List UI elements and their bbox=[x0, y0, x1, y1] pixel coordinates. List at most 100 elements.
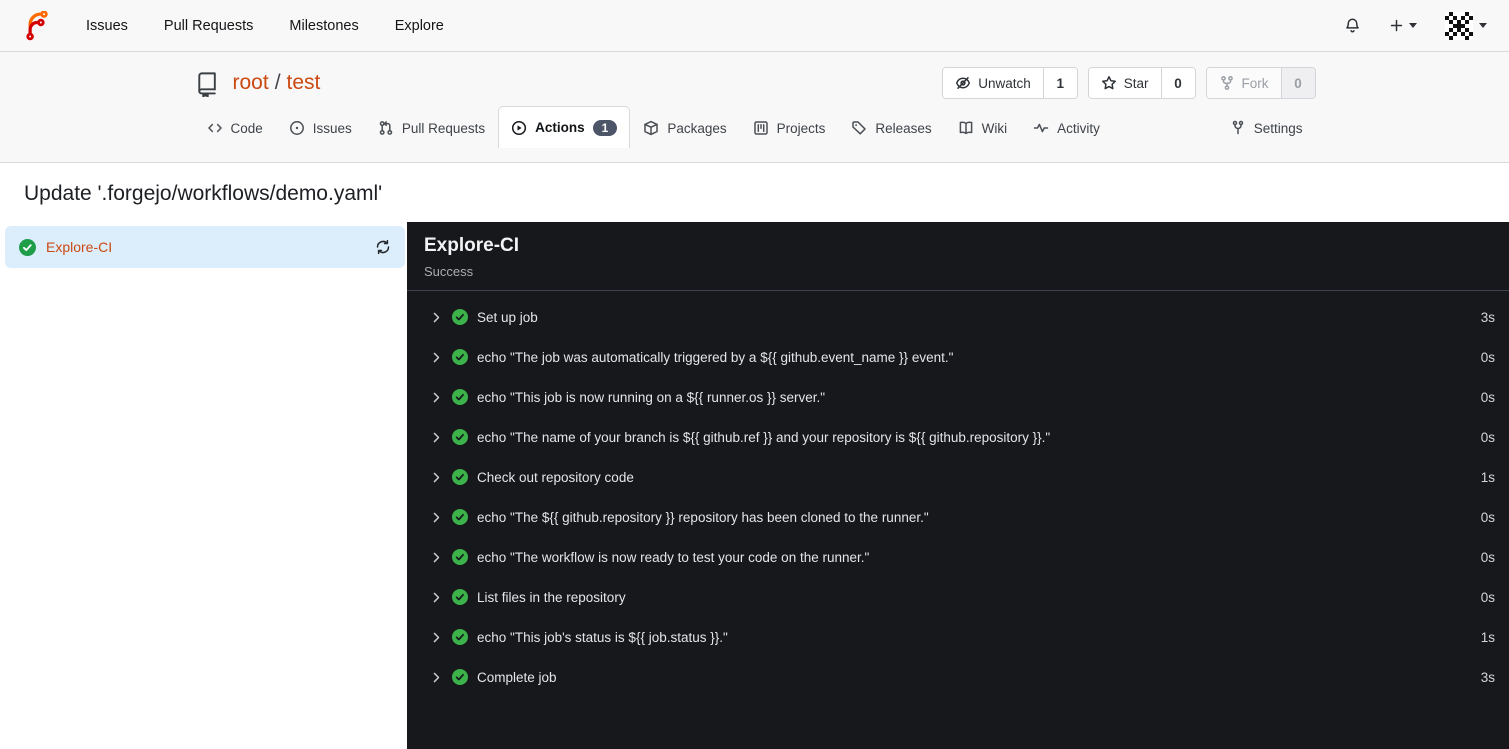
user-menu[interactable] bbox=[1445, 11, 1487, 40]
repo-header: root / test Unwatch 1 Star 0 Fork 0 Code Issue… bbox=[0, 52, 1509, 163]
star-button-label: Star bbox=[1123, 75, 1149, 91]
job-step-row[interactable]: echo "The job was automatically triggere… bbox=[407, 337, 1509, 377]
tab-label: Releases bbox=[875, 120, 932, 136]
job-step-row[interactable]: echo "This job is now running on a ${{ r… bbox=[407, 377, 1509, 417]
unwatch-button[interactable]: Unwatch bbox=[943, 68, 1043, 98]
step-name: echo "This job's status is ${{ job.statu… bbox=[477, 629, 728, 645]
repo-action-buttons: Unwatch 1 Star 0 Fork 0 bbox=[942, 67, 1316, 99]
issue-icon bbox=[289, 120, 305, 136]
step-duration: 0s bbox=[1480, 429, 1495, 445]
tab-projects[interactable]: Projects bbox=[740, 107, 839, 148]
tab-label: Pull Requests bbox=[401, 120, 486, 136]
create-new-button[interactable] bbox=[1389, 18, 1417, 33]
repo-tabs: Code Issues Pull Requests Actions 1 Packages P… bbox=[194, 105, 1316, 148]
run-content: Explore-CI Explore-CI Success Set up job… bbox=[0, 222, 1509, 749]
job-log-panel: Explore-CI Success Set up job 3s echo "The… bbox=[407, 222, 1509, 749]
tab-packages[interactable]: Packages bbox=[630, 107, 739, 148]
repo-owner-link[interactable]: root bbox=[233, 71, 269, 95]
pr-icon bbox=[378, 120, 394, 136]
tab-code[interactable]: Code bbox=[194, 107, 276, 148]
check-circle-icon bbox=[452, 349, 468, 365]
chevron-right-icon bbox=[430, 471, 443, 484]
top-navbar: Issues Pull Requests Milestones Explore bbox=[0, 0, 1509, 52]
tab-label: Activity bbox=[1057, 120, 1100, 136]
check-circle-icon bbox=[452, 629, 468, 645]
step-duration: 1s bbox=[1480, 629, 1495, 645]
step-name: Complete job bbox=[477, 669, 557, 685]
tab-label: Settings bbox=[1253, 120, 1303, 136]
step-duration: 3s bbox=[1480, 309, 1495, 325]
fork-count[interactable]: 0 bbox=[1280, 68, 1315, 98]
project-icon bbox=[753, 120, 769, 136]
step-name: echo "The ${{ github.repository }} repos… bbox=[477, 509, 929, 525]
fork-icon bbox=[1219, 75, 1235, 91]
jobs-sidebar: Explore-CI bbox=[0, 222, 407, 749]
nav-link-pull-requests[interactable]: Pull Requests bbox=[164, 18, 253, 34]
play-icon bbox=[511, 120, 527, 136]
chevron-right-icon bbox=[430, 631, 443, 644]
job-list-item-explore-ci[interactable]: Explore-CI bbox=[5, 226, 405, 268]
star-button[interactable]: Star bbox=[1088, 68, 1161, 98]
fork-button[interactable]: Fork bbox=[1206, 68, 1281, 98]
refresh-icon[interactable] bbox=[375, 239, 391, 255]
repo-icon bbox=[194, 70, 221, 97]
settings-icon bbox=[1230, 120, 1246, 136]
job-step-row[interactable]: echo "The name of your branch is ${{ git… bbox=[407, 417, 1509, 457]
package-icon bbox=[643, 120, 659, 136]
repo-breadcrumb: root / test bbox=[233, 71, 321, 95]
forgejo-logo-icon[interactable] bbox=[22, 10, 52, 41]
tab-label: Actions bbox=[535, 120, 585, 135]
chevron-down-icon bbox=[1479, 23, 1487, 28]
nav-link-milestones[interactable]: Milestones bbox=[289, 18, 358, 34]
fork-button-label: Fork bbox=[1241, 75, 1269, 91]
star-button-group: Star 0 bbox=[1087, 67, 1196, 99]
tab-actions[interactable]: Actions 1 bbox=[498, 106, 631, 148]
nav-link-explore[interactable]: Explore bbox=[395, 18, 444, 34]
check-circle-icon bbox=[452, 669, 468, 685]
job-step-row[interactable]: Set up job 3s bbox=[407, 297, 1509, 337]
tab-releases[interactable]: Releases bbox=[838, 107, 944, 148]
job-step-row[interactable]: echo "The workflow is now ready to test … bbox=[407, 537, 1509, 577]
check-circle-icon bbox=[452, 389, 468, 405]
tab-label: Projects bbox=[776, 120, 826, 136]
fork-button-group: Fork 0 bbox=[1205, 67, 1316, 99]
job-steps-list: Set up job 3s echo "The job was automatica… bbox=[407, 291, 1509, 697]
job-step-row[interactable]: Complete job 3s bbox=[407, 657, 1509, 697]
book-icon bbox=[958, 120, 974, 136]
chevron-right-icon bbox=[430, 311, 443, 324]
chevron-right-icon bbox=[430, 511, 443, 524]
check-circle-icon bbox=[452, 509, 468, 525]
tab-activity[interactable]: Activity bbox=[1020, 107, 1113, 148]
chevron-right-icon bbox=[430, 431, 443, 444]
job-step-row[interactable]: List files in the repository 0s bbox=[407, 577, 1509, 617]
job-step-row[interactable]: Check out repository code 1s bbox=[407, 457, 1509, 497]
chevron-right-icon bbox=[430, 351, 443, 364]
tab-issues[interactable]: Issues bbox=[276, 107, 365, 148]
job-panel-title: Explore-CI bbox=[424, 235, 520, 256]
tab-pull-requests[interactable]: Pull Requests bbox=[365, 107, 498, 148]
step-duration: 0s bbox=[1480, 549, 1495, 565]
tab-settings[interactable]: Settings bbox=[1217, 107, 1316, 148]
check-circle-icon bbox=[452, 549, 468, 565]
job-item-label: Explore-CI bbox=[46, 239, 113, 255]
chevron-right-icon bbox=[430, 671, 443, 684]
navbar-right bbox=[1344, 11, 1487, 40]
user-avatar bbox=[1445, 11, 1473, 40]
notifications-bell-icon[interactable] bbox=[1344, 17, 1361, 34]
chevron-right-icon bbox=[430, 391, 443, 404]
tab-wiki[interactable]: Wiki bbox=[945, 107, 1021, 148]
tab-count-badge: 1 bbox=[592, 119, 618, 136]
tab-label: Wiki bbox=[981, 120, 1008, 136]
star-count[interactable]: 0 bbox=[1160, 68, 1195, 98]
job-step-row[interactable]: echo "This job's status is ${{ job.statu… bbox=[407, 617, 1509, 657]
step-name: Check out repository code bbox=[477, 469, 634, 485]
nav-link-issues[interactable]: Issues bbox=[86, 18, 128, 34]
repo-name-link[interactable]: test bbox=[287, 71, 321, 95]
pulse-icon bbox=[1033, 120, 1049, 136]
unwatch-count[interactable]: 1 bbox=[1042, 68, 1077, 98]
step-name: List files in the repository bbox=[477, 589, 626, 605]
unwatch-button-group: Unwatch 1 bbox=[942, 67, 1078, 99]
check-circle-icon bbox=[452, 589, 468, 605]
job-success-icon bbox=[19, 238, 36, 256]
job-step-row[interactable]: echo "The ${{ github.repository }} repos… bbox=[407, 497, 1509, 537]
